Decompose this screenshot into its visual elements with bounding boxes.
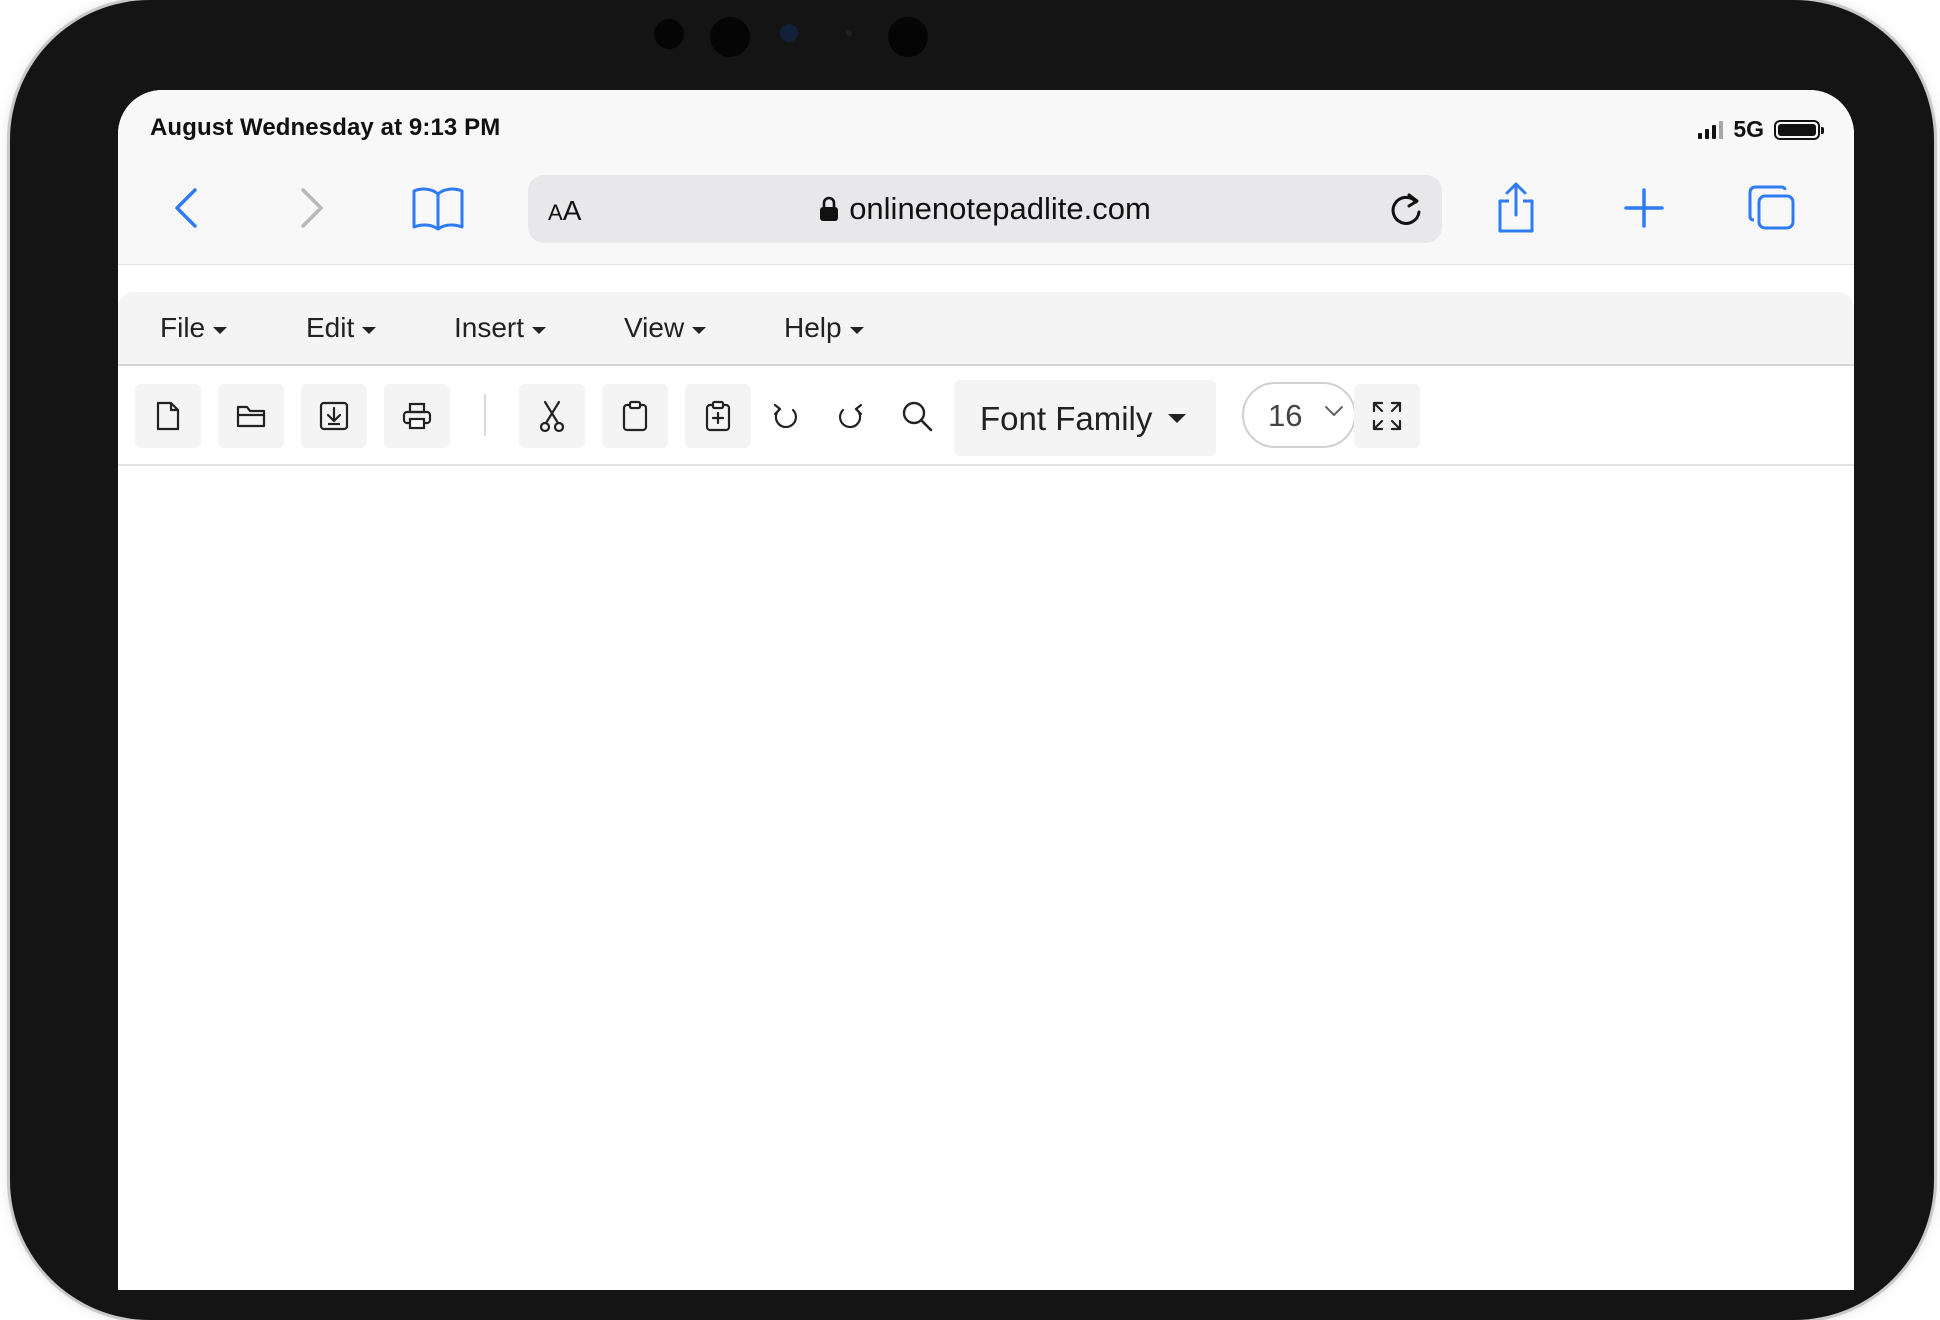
clipboard-icon bbox=[622, 400, 648, 432]
menu-edit[interactable]: Edit bbox=[306, 312, 377, 344]
status-datetime: August Wednesday at 9:13 PM bbox=[150, 114, 501, 141]
paste-button[interactable] bbox=[685, 384, 751, 448]
cut-button[interactable] bbox=[519, 384, 585, 448]
lock-icon bbox=[820, 196, 839, 221]
bookmarks-button[interactable] bbox=[408, 178, 468, 238]
caret-down-icon bbox=[849, 326, 864, 334]
menu-insert[interactable]: Insert bbox=[454, 312, 547, 344]
printer-icon bbox=[402, 402, 432, 430]
sensor-icon bbox=[654, 19, 684, 49]
url-container: onlinenotepadlite.com bbox=[528, 191, 1442, 227]
download-icon bbox=[319, 401, 349, 431]
save-file-button[interactable] bbox=[301, 384, 367, 448]
menu-help[interactable]: Help bbox=[784, 312, 864, 344]
tabs-icon bbox=[1748, 185, 1795, 230]
chevron-down-icon bbox=[1325, 406, 1343, 416]
screen: August Wednesday at 9:13 PM 5G AA online… bbox=[118, 90, 1854, 1290]
copy-button[interactable] bbox=[602, 384, 668, 448]
caret-down-icon bbox=[213, 326, 228, 334]
reload-button[interactable] bbox=[1384, 187, 1428, 231]
menu-view-label: View bbox=[624, 312, 685, 343]
caret-down-icon bbox=[1168, 414, 1186, 423]
camera-icon bbox=[780, 24, 798, 42]
new-file-button[interactable] bbox=[135, 384, 201, 448]
plus-icon bbox=[1624, 188, 1664, 228]
address-bar[interactable]: AA onlinenotepadlite.com bbox=[528, 175, 1442, 243]
back-button[interactable] bbox=[156, 178, 216, 238]
chevron-right-icon bbox=[301, 188, 323, 228]
cellular-signal-icon bbox=[1698, 120, 1724, 139]
caret-down-icon bbox=[532, 326, 547, 334]
app-menu-bar: File Edit Insert View Help bbox=[118, 292, 1854, 366]
url-text: onlinenotepadlite.com bbox=[849, 191, 1151, 226]
search-icon bbox=[902, 401, 933, 432]
new-tab-button[interactable] bbox=[1614, 178, 1674, 238]
editor-toolbar: Font Family 16 bbox=[118, 366, 1854, 466]
menu-insert-label: Insert bbox=[454, 312, 525, 343]
font-family-label: Font Family bbox=[980, 400, 1153, 437]
tabs-overview-button[interactable] bbox=[1742, 178, 1802, 238]
sensor-icon bbox=[710, 17, 750, 57]
menu-view[interactable]: View bbox=[624, 312, 707, 344]
battery-icon bbox=[1774, 119, 1824, 140]
print-button[interactable] bbox=[384, 384, 450, 448]
fullscreen-icon bbox=[1372, 401, 1402, 431]
undo-button[interactable] bbox=[752, 384, 818, 448]
forward-button[interactable] bbox=[282, 178, 342, 238]
undo-icon bbox=[773, 403, 798, 429]
caret-down-icon bbox=[362, 326, 377, 334]
open-file-button[interactable] bbox=[218, 384, 284, 448]
caret-down-icon bbox=[692, 326, 707, 334]
redo-button[interactable] bbox=[818, 384, 884, 448]
font-family-select[interactable]: Font Family bbox=[954, 380, 1216, 456]
book-icon bbox=[412, 187, 464, 231]
fullscreen-button[interactable] bbox=[1354, 384, 1420, 448]
status-indicators: 5G bbox=[1698, 116, 1824, 143]
font-size-value: 16 bbox=[1268, 398, 1303, 433]
text-editor-area[interactable] bbox=[118, 466, 1854, 1290]
clipboard-plus-icon bbox=[705, 400, 731, 432]
sensor-icon bbox=[846, 30, 852, 36]
browser-toolbar: AA onlinenotepadlite.com bbox=[118, 156, 1854, 265]
scissors-icon bbox=[539, 400, 565, 433]
share-icon bbox=[1498, 182, 1534, 233]
status-bar: August Wednesday at 9:13 PM 5G bbox=[118, 90, 1854, 156]
device-frame: August Wednesday at 9:13 PM 5G AA online… bbox=[10, 0, 1934, 1320]
share-button[interactable] bbox=[1486, 178, 1546, 238]
menu-file-label: File bbox=[160, 312, 206, 343]
redo-icon bbox=[838, 403, 863, 429]
menu-help-label: Help bbox=[784, 312, 842, 343]
menu-edit-label: Edit bbox=[306, 312, 355, 343]
chevron-left-icon bbox=[175, 188, 197, 228]
menu-file[interactable]: File bbox=[160, 312, 228, 344]
reload-icon bbox=[1391, 193, 1421, 225]
new-file-icon bbox=[156, 401, 180, 431]
network-type: 5G bbox=[1733, 116, 1764, 142]
sensor-icon bbox=[888, 17, 928, 57]
folder-open-icon bbox=[236, 405, 266, 428]
search-button[interactable] bbox=[884, 384, 950, 448]
font-size-select[interactable]: 16 bbox=[1242, 382, 1356, 448]
toolbar-divider bbox=[484, 394, 486, 436]
